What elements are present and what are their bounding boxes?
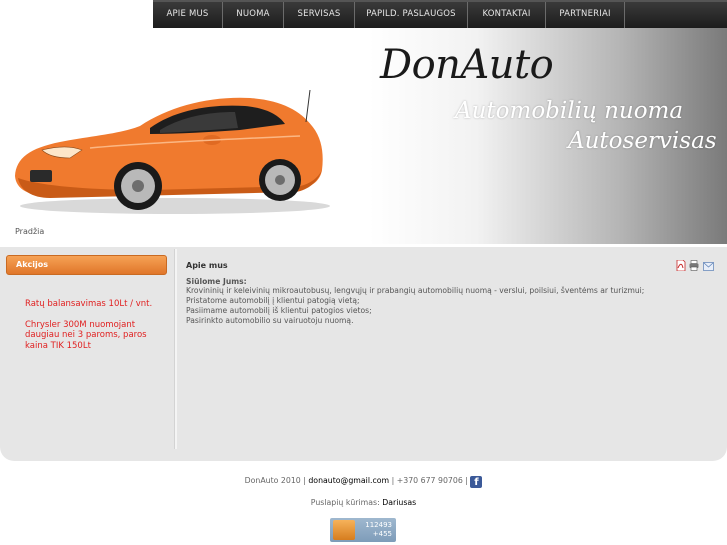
column-divider bbox=[174, 249, 177, 449]
car-image bbox=[15, 89, 330, 214]
article-title: Apie mus bbox=[186, 261, 228, 270]
header-fade bbox=[340, 28, 380, 244]
tagline-service: Autoservisas bbox=[568, 128, 717, 154]
counter-logo-icon bbox=[333, 520, 355, 540]
footer-email-link[interactable]: donauto@gmail.com bbox=[308, 476, 389, 485]
article-line: Pristatome automobilį į klientui patogią… bbox=[186, 296, 360, 305]
promo-item[interactable]: Chrysler 300M nuomojant daugiau nei 3 pa… bbox=[25, 320, 150, 352]
logo[interactable]: DonAuto bbox=[380, 42, 554, 88]
footer-credit: Puslapių kūrimas: Dariusas bbox=[0, 498, 727, 507]
nav-separator bbox=[624, 2, 625, 28]
credit-author-link[interactable]: Dariusas bbox=[382, 498, 416, 507]
footer: DonAuto 2010 | donauto@gmail.com | +370 … bbox=[0, 476, 727, 488]
pdf-icon[interactable] bbox=[676, 260, 686, 271]
nav-apie-mus[interactable]: APIE MUS bbox=[153, 2, 222, 28]
article-line: Pasiimame automobilį iš klientui patogio… bbox=[186, 306, 372, 315]
sidebar-title: Akcijos bbox=[6, 255, 167, 275]
credit-label: Puslapių kūrimas: bbox=[310, 498, 380, 507]
nav-servisas[interactable]: SERVISAS bbox=[284, 2, 354, 28]
counter-values: 112493 +455 bbox=[365, 521, 392, 539]
footer-copyright: DonAuto 2010 | bbox=[244, 476, 306, 485]
article-line: Krovininių ir keleivinių mikroautobusų, … bbox=[186, 286, 645, 295]
breadcrumb[interactable]: Pradžia bbox=[15, 227, 44, 236]
nav-kontaktai[interactable]: KONTAKTAI bbox=[468, 2, 545, 28]
article-intro: Siūlome Jums: bbox=[186, 277, 247, 286]
article: Apie mus Siūlome Jums: Krovininių ir kel… bbox=[186, 261, 716, 326]
header-banner: DonAuto Automobilių nuoma Autoservisas P… bbox=[0, 28, 727, 244]
nav-papild-paslaugos[interactable]: PAPILD. PASLAUGOS bbox=[355, 2, 467, 28]
article-line: Pasirinkto automobilio su vairuotoju nuo… bbox=[186, 316, 354, 325]
footer-phone: | +370 677 90706 | bbox=[391, 476, 468, 485]
sidebar-promotions: Akcijos Ratų balansavimas 10Lt / vnt. Ch… bbox=[6, 255, 167, 351]
counter-total: 112493 bbox=[365, 521, 392, 529]
print-icon[interactable] bbox=[689, 260, 699, 271]
nav-partneriai[interactable]: PARTNERIAI bbox=[546, 2, 624, 28]
content-area: Akcijos Ratų balansavimas 10Lt / vnt. Ch… bbox=[0, 247, 727, 461]
nav-nuoma[interactable]: NUOMA bbox=[223, 2, 283, 28]
promo-item[interactable]: Ratų balansavimas 10Lt / vnt. bbox=[25, 299, 167, 310]
facebook-icon[interactable]: f bbox=[470, 476, 483, 488]
visitor-counter[interactable]: 112493 +455 bbox=[330, 518, 396, 542]
counter-today: +455 bbox=[372, 530, 392, 538]
email-icon[interactable] bbox=[703, 261, 714, 272]
top-navigation: APIE MUS NUOMA SERVISAS PAPILD. PASLAUGO… bbox=[153, 0, 727, 28]
tagline-rental: Automobilių nuoma bbox=[455, 98, 684, 124]
